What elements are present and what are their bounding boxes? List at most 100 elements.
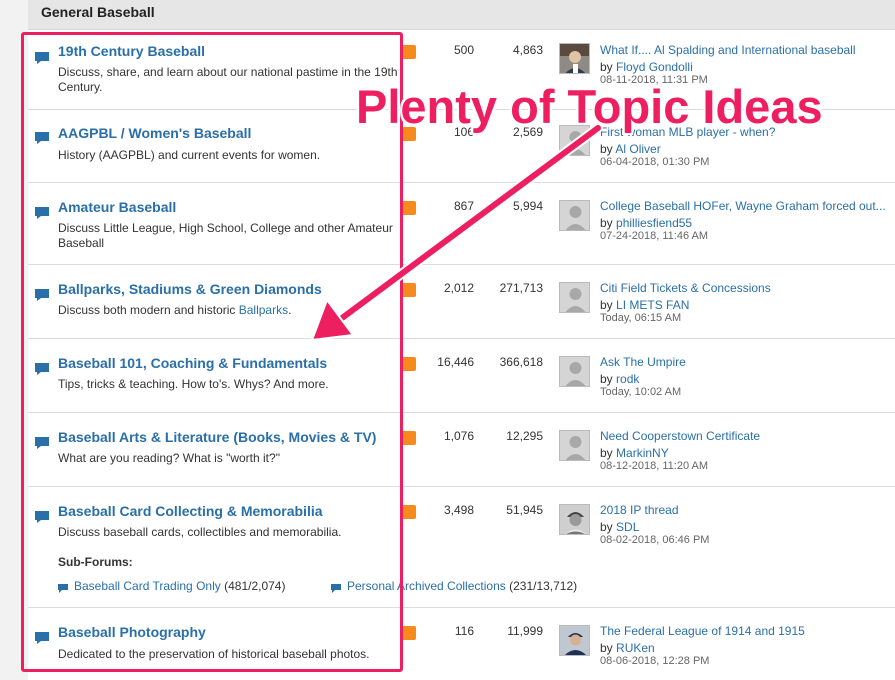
subforum-bubble-icon (58, 582, 68, 594)
forum-title-link[interactable]: Baseball Photography (58, 624, 206, 640)
rss-icon[interactable] (402, 283, 416, 297)
subforum-item: Personal Archived Collections (231/13,71… (331, 579, 578, 594)
rss-icon[interactable] (402, 626, 416, 640)
forum-title-link[interactable]: Amateur Baseball (58, 199, 176, 215)
topic-count: 3,498 (443, 503, 474, 517)
left-gutter (0, 0, 28, 680)
author-link[interactable]: Floyd Gondolli (616, 60, 693, 74)
topic-count: 16,446 (437, 355, 474, 369)
last-post-author: by Floyd Gondolli (600, 60, 693, 74)
subforum-link[interactable]: Baseball Card Trading Only (74, 579, 221, 593)
last-post-date: 07-24-2018, 11:46 AM (600, 230, 709, 242)
forum-title-link[interactable]: Baseball 101, Coaching & Fundamentals (58, 355, 327, 371)
forum-title-link[interactable]: AAGPBL / Women's Baseball (58, 125, 251, 141)
post-count: 366,618 (499, 355, 543, 369)
post-count: 4,863 (512, 43, 543, 57)
forum-row: Baseball 101, Coaching & Fundamentals Ti… (28, 339, 895, 413)
forum-bubble-icon (34, 206, 50, 220)
last-post-author: by LI METS FAN (600, 298, 690, 312)
section-title: General Baseball (41, 4, 155, 20)
forum-row: Amateur Baseball Discuss Little League, … (28, 183, 895, 265)
last-post-title[interactable]: The Federal League of 1914 and 1915 (600, 624, 805, 638)
subforums-label: Sub-Forums: (58, 555, 133, 569)
topic-count: 500 (453, 43, 474, 57)
forum-row: Baseball Photography Dedicated to the pr… (28, 608, 895, 680)
topic-count: 867 (453, 199, 474, 213)
forum-description: Discuss, share, and learn about our nati… (58, 65, 398, 94)
section-header: General Baseball (28, 0, 895, 30)
forum-bubble-icon (34, 362, 50, 376)
forum-bubble-icon (34, 436, 50, 450)
last-post-date: 06-04-2018, 01:30 PM (600, 156, 710, 168)
forum-bubble-icon (34, 631, 50, 645)
rss-icon[interactable] (402, 201, 416, 215)
last-post-date: 08-02-2018, 06:46 PM (600, 534, 710, 546)
last-post-author: by MarkinNY (600, 446, 669, 460)
post-count: 12,295 (506, 429, 543, 443)
forum-row: Ballparks, Stadiums & Green Diamonds Dis… (28, 265, 895, 339)
last-post-title[interactable]: College Baseball HOFer, Wayne Graham for… (600, 199, 886, 213)
last-post-date: Today, 10:02 AM (600, 386, 682, 398)
forum-title-link[interactable]: Ballparks, Stadiums & Green Diamonds (58, 281, 322, 297)
subforum-count: (231/13,712) (509, 579, 578, 593)
forum-bubble-icon (34, 131, 50, 145)
post-count: 271,713 (499, 281, 543, 295)
last-post-author: by SDL (600, 520, 640, 534)
last-post-title[interactable]: Ask The Umpire (600, 355, 686, 369)
last-post-title[interactable]: Citi Field Tickets & Concessions (600, 281, 771, 295)
last-post-title[interactable]: Need Cooperstown Certificate (600, 429, 760, 443)
post-count: 51,945 (506, 503, 543, 517)
last-post-author: by Al Oliver (600, 142, 661, 156)
subforum-link[interactable]: Personal Archived Collections (347, 579, 506, 593)
forum-description: History (AAGPBL) and current events for … (58, 148, 321, 162)
last-post-title[interactable]: 2018 IP thread (600, 503, 679, 517)
rss-icon[interactable] (402, 45, 416, 59)
post-count: 5,994 (512, 199, 543, 213)
subforum-bubble-icon (331, 582, 341, 594)
forum-title-link[interactable]: Baseball Arts & Literature (Books, Movie… (58, 429, 376, 445)
last-post-author: by RUKen (600, 641, 655, 655)
author-link[interactable]: rodk (616, 372, 639, 386)
last-post-author: by philliesfiend55 (600, 216, 693, 230)
forum-description: Discuss baseball cards, collectibles and… (58, 525, 342, 539)
author-link[interactable]: LI METS FAN (616, 298, 689, 312)
forum-description: Discuss both modern and historic Ballpar… (58, 303, 292, 317)
last-post-date: Today, 06:15 AM (600, 312, 682, 324)
last-post-date: 08-06-2018, 12:28 PM (600, 655, 710, 667)
forum-bubble-icon (34, 51, 50, 65)
topic-count: 2,012 (443, 281, 474, 295)
author-link[interactable]: philliesfiend55 (616, 216, 692, 230)
last-post-author: by rodk (600, 372, 640, 386)
topic-count: 116 (454, 624, 474, 638)
user-avatar[interactable] (559, 356, 590, 387)
ballparks-link[interactable]: Ballparks (239, 303, 288, 317)
forum-description: Dedicated to the preservation of histori… (58, 647, 370, 661)
author-link[interactable]: MarkinNY (616, 446, 669, 460)
forum-bubble-icon (34, 510, 50, 524)
rss-icon[interactable] (402, 357, 416, 371)
author-link[interactable]: SDL (616, 520, 639, 534)
forum-bubble-icon (34, 288, 50, 302)
forum-row: Baseball Card Collecting & Memorabilia D… (28, 487, 895, 608)
user-avatar[interactable] (559, 625, 590, 656)
forum-title-link[interactable]: 19th Century Baseball (58, 43, 205, 59)
rss-icon[interactable] (402, 431, 416, 445)
rss-icon[interactable] (402, 505, 416, 519)
last-post-title[interactable]: What If.... Al Spalding and Internationa… (600, 43, 856, 57)
user-avatar[interactable] (559, 43, 590, 74)
user-avatar[interactable] (559, 504, 590, 535)
user-avatar[interactable] (559, 200, 590, 231)
subforum-count: (481/2,074) (224, 579, 286, 593)
forum-row: Baseball Arts & Literature (Books, Movie… (28, 413, 895, 487)
author-link[interactable]: RUKen (616, 641, 655, 655)
post-count: 11,999 (507, 624, 543, 638)
annotation-text: Plenty of Topic Ideas (356, 80, 823, 133)
forum-description: Discuss Little League, High School, Coll… (58, 221, 393, 250)
subforum-item: Baseball Card Trading Only (481/2,074) (58, 579, 286, 594)
user-avatar[interactable] (559, 282, 590, 313)
forum-description: Tips, tricks & teaching. How to's. Whys?… (58, 377, 329, 391)
forum-title-link[interactable]: Baseball Card Collecting & Memorabilia (58, 503, 323, 519)
user-avatar[interactable] (559, 430, 590, 461)
author-link[interactable]: Al Oliver (615, 142, 660, 156)
topic-count: 1,076 (443, 429, 474, 443)
